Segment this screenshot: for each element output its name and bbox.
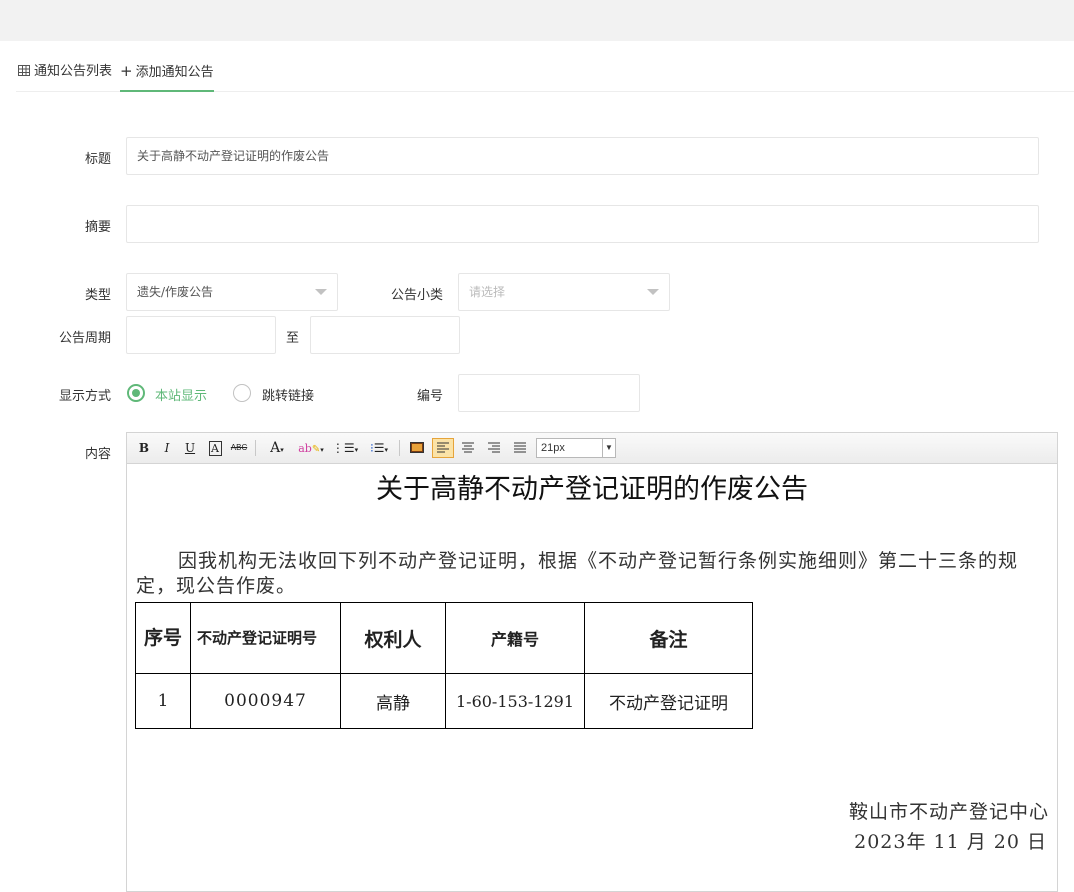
table-header-cell: 序号 (135, 602, 191, 674)
period-end-input[interactable] (310, 316, 460, 354)
editor-toolbar: B I U A ABC A▾ ab✎▾ ⋮☰▾ ⁝☰▾ 21px ▼ (127, 433, 1057, 464)
chevron-down-icon (315, 289, 327, 295)
document-title: 关于高静不动产登记证明的作废公告 (376, 474, 808, 505)
align-right-icon (488, 442, 500, 453)
radio-local-display-label[interactable]: 本站显示 (155, 385, 207, 404)
plus-icon: + (120, 62, 133, 80)
title-label: 标题 (84, 152, 111, 167)
chevron-down-icon: ▾ (354, 446, 359, 454)
font-size-value: 21px (541, 442, 565, 454)
subtype-select-placeholder: 请选择 (469, 285, 506, 299)
rich-text-editor[interactable]: B I U A ABC A▾ ab✎▾ ⋮☰▾ ⁝☰▾ 21px ▼ 关于高静不… (126, 432, 1058, 892)
italic-button[interactable]: I (160, 439, 174, 457)
number-input[interactable] (458, 374, 640, 412)
table-cell: 高静 (340, 673, 446, 729)
summary-label: 摘要 (84, 220, 111, 235)
tab-bar: 通知公告列表 + 添加通知公告 (16, 52, 1074, 92)
table-cell: 0000947 (190, 673, 341, 729)
number-label: 编号 (416, 389, 443, 404)
table-icon (18, 52, 30, 91)
font-color-a: A (270, 440, 281, 456)
top-bar (0, 0, 1074, 41)
table-header-cell: 不动产登记证明号 (190, 602, 341, 674)
align-justify-button[interactable] (511, 439, 529, 457)
pen-icon: ✎ (311, 444, 321, 455)
signature-organization: 鞍山市不动产登记中心 (848, 801, 1049, 823)
align-left-icon (437, 442, 449, 453)
chevron-down-icon: ▾ (384, 446, 389, 454)
bold-button[interactable]: B (137, 439, 151, 457)
align-right-button[interactable] (485, 439, 503, 457)
image-icon (410, 442, 424, 453)
table-cell: 1-60-153-1291 (445, 673, 585, 729)
radio-local-display[interactable] (127, 384, 145, 402)
radio-redirect-link-label[interactable]: 跳转链接 (262, 385, 314, 404)
chevron-down-icon (647, 289, 659, 295)
title-input[interactable]: 关于高静不动产登记证明的作废公告 (126, 137, 1039, 175)
ordered-list-button[interactable]: ⋮☰▾ (331, 439, 359, 457)
ordered-list-icon: ⋮☰ (331, 441, 355, 455)
period-to-label: 至 (286, 331, 300, 346)
table-row: 1 0000947 高静 1-60-153-1291 不动产登记证明 (135, 673, 753, 729)
underline-button[interactable]: U (183, 439, 197, 457)
toolbar-separator (255, 440, 256, 456)
table-header-cell: 产籍号 (445, 602, 585, 674)
unordered-list-button[interactable]: ⁝☰▾ (365, 439, 393, 457)
signature-date: 2023年 11 月 20 日 (854, 831, 1047, 853)
font-color-button[interactable]: A▾ (264, 439, 290, 457)
align-left-button[interactable] (432, 438, 454, 458)
insert-image-button[interactable] (408, 439, 426, 457)
chevron-down-icon: ▼ (602, 439, 615, 457)
align-center-icon (462, 442, 474, 453)
tab-notice-list-label: 通知公告列表 (34, 64, 113, 79)
display-label: 显示方式 (58, 389, 111, 404)
subtype-select[interactable]: 请选择 (458, 273, 670, 311)
table-header-cell: 备注 (584, 602, 753, 674)
highlight-button[interactable]: ab✎▾ (297, 439, 325, 457)
table-header-row: 序号 不动产登记证明号 权利人 产籍号 备注 (135, 602, 753, 674)
period-start-input[interactable] (126, 316, 276, 354)
document-paragraph: 因我机构无法收回下列不动产登记证明，根据《不动产登记暂行条例实施细则》第二十三条… (136, 550, 1019, 597)
type-select-value: 遗失/作废公告 (137, 285, 214, 299)
tab-notice-list[interactable]: 通知公告列表 (18, 52, 112, 91)
strikethrough-button[interactable]: ABC (229, 439, 249, 457)
table-cell: 不动产登记证明 (584, 673, 753, 729)
font-size-select[interactable]: 21px ▼ (536, 438, 616, 458)
summary-input[interactable] (126, 205, 1039, 243)
align-justify-icon (514, 442, 526, 453)
table-header-cell: 权利人 (340, 602, 446, 674)
subtype-label: 公告小类 (390, 288, 443, 303)
type-label: 类型 (84, 288, 111, 303)
boxed-a-icon: A (208, 441, 222, 456)
toolbar-separator (399, 440, 400, 456)
highlight-icon: ab (298, 442, 312, 455)
chevron-down-icon: ▾ (280, 446, 284, 454)
font-border-button[interactable]: A (207, 439, 223, 457)
certificate-table: 序号 不动产登记证明号 权利人 产籍号 备注 1 0000947 高静 1-60… (135, 602, 753, 729)
content-label: 内容 (84, 447, 111, 462)
type-select[interactable]: 遗失/作废公告 (126, 273, 338, 311)
table-cell: 1 (135, 673, 191, 729)
period-label: 公告周期 (58, 331, 111, 346)
chevron-down-icon: ▾ (320, 446, 324, 454)
align-center-button[interactable] (459, 439, 477, 457)
radio-redirect-link[interactable] (233, 384, 251, 402)
tab-add-notice-label: 添加通知公告 (135, 65, 214, 80)
tab-add-notice[interactable]: + 添加通知公告 (120, 52, 214, 92)
